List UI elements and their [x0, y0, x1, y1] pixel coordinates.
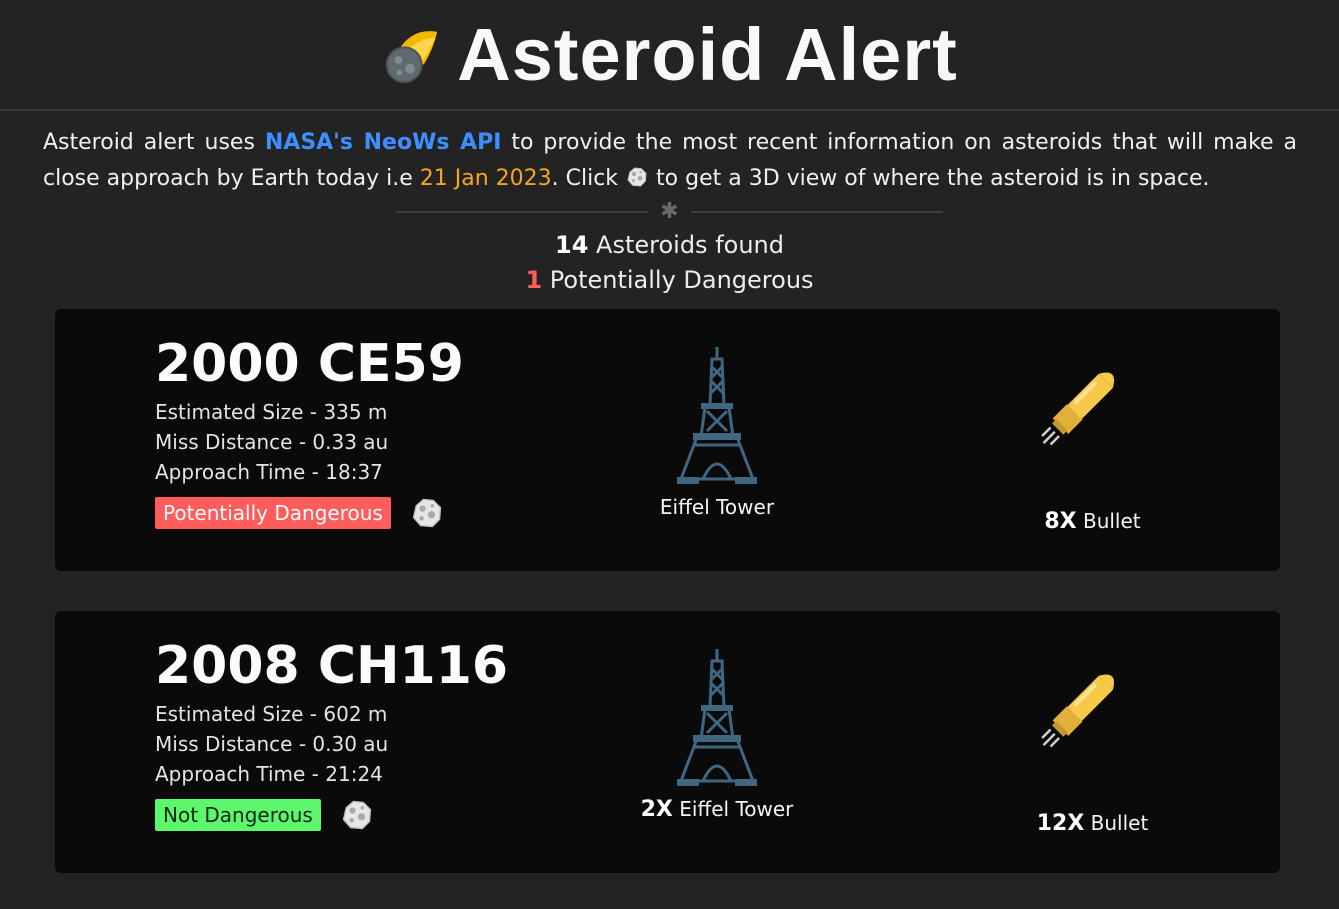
size-multiplier: 2X — [640, 797, 673, 822]
dangerous-count: 1 Potentially Dangerous — [0, 263, 1339, 298]
speed-comparison: 12X Bullet — [995, 659, 1190, 836]
size-object: Eiffel Tower — [659, 495, 775, 519]
intro-text: Asteroid alert uses NASA's NeoWs API to … — [43, 125, 1297, 197]
size-comparison: 2X Eiffel Tower — [617, 647, 817, 822]
divider-line — [396, 211, 649, 213]
intro-text-part: Asteroid alert uses — [43, 130, 265, 155]
status-badge: Potentially Dangerous — [155, 497, 391, 529]
intro-text-part: to get a 3D view of where the asteroid i… — [649, 166, 1210, 191]
size-comparison-label: 2X Eiffel Tower — [617, 797, 817, 822]
asteroid-card: 2000 CE59 Estimated Size - 335 m Miss Di… — [55, 309, 1280, 571]
miss-distance: Miss Distance - 0.30 au — [155, 732, 389, 756]
eiffel-tower-icon — [667, 647, 767, 787]
asteroid-info: 2008 CH116 Estimated Size - 602 m Miss D… — [155, 633, 508, 833]
divider-line — [690, 211, 943, 213]
size-comparison: Eiffel Tower — [617, 345, 817, 520]
speed-multiplier: 12X — [1036, 811, 1085, 836]
asteroids-found: 14 Asteroids found — [0, 228, 1339, 263]
found-label: Asteroids found — [588, 231, 784, 259]
current-date: 21 Jan 2023 — [419, 166, 552, 191]
speed-object: Bullet — [1076, 509, 1141, 533]
estimated-size: Estimated Size - 602 m — [155, 702, 388, 726]
bullet-icon — [1038, 659, 1148, 769]
section-divider: ✱ — [0, 199, 1339, 224]
speed-comparison: 8X Bullet — [995, 357, 1190, 534]
asterisk-icon: ✱ — [660, 199, 679, 224]
status-badge: Not Dangerous — [155, 799, 321, 831]
asteroid-name: 2000 CE59 — [155, 334, 464, 394]
results-summary: 14 Asteroids found 1 Potentially Dangero… — [0, 228, 1339, 298]
approach-time: Approach Time - 21:24 — [155, 762, 383, 786]
speed-comparison-label: 8X Bullet — [995, 509, 1190, 534]
neows-api-link[interactable]: NASA's NeoWs API — [265, 130, 502, 155]
asteroid-info: 2000 CE59 Estimated Size - 335 m Miss Di… — [155, 331, 464, 531]
miss-distance: Miss Distance - 0.33 au — [155, 430, 389, 454]
asteroid-icon — [625, 165, 649, 189]
speed-multiplier: 8X — [1044, 509, 1077, 534]
speed-object: Bullet — [1084, 811, 1149, 835]
approach-time: Approach Time - 18:37 — [155, 460, 383, 484]
size-object: Eiffel Tower — [672, 797, 794, 821]
view-3d-asteroid-icon[interactable] — [409, 495, 445, 531]
asteroid-name: 2008 CH116 — [155, 636, 509, 696]
bullet-icon — [1038, 357, 1148, 467]
page-title: Asteroid Alert — [457, 13, 958, 96]
estimated-size: Estimated Size - 335 m — [155, 400, 388, 424]
eiffel-tower-icon — [667, 345, 767, 485]
asteroid-card: 2008 CH116 Estimated Size - 602 m Miss D… — [55, 611, 1280, 873]
status-row: Not Dangerous — [155, 797, 508, 833]
intro-text-part: . Click — [551, 166, 626, 191]
status-row: Potentially Dangerous — [155, 495, 464, 531]
speed-comparison-label: 12X Bullet — [995, 811, 1190, 836]
view-3d-asteroid-icon[interactable] — [339, 797, 375, 833]
danger-count: 1 — [525, 266, 543, 294]
size-comparison-label: Eiffel Tower — [617, 495, 817, 520]
app-header: Asteroid Alert — [0, 0, 1339, 111]
meteor-icon — [386, 30, 438, 83]
danger-label: Potentially Dangerous — [542, 266, 814, 294]
found-count: 14 — [555, 231, 589, 259]
